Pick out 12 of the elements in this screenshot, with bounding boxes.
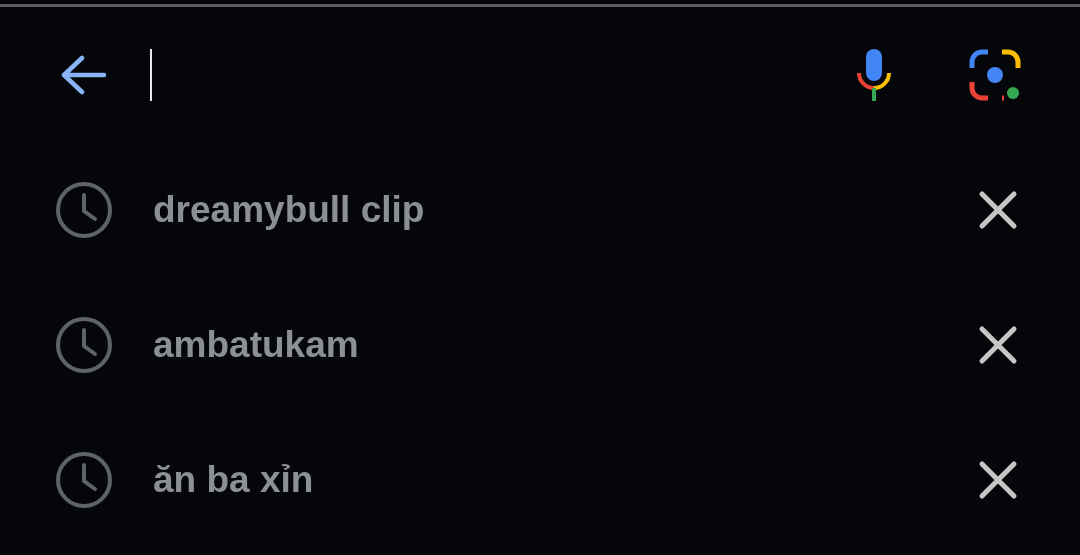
search-suggestion[interactable]: dreamybull clip (153, 188, 978, 231)
search-suggestion[interactable]: ăn ba xỉn (153, 458, 978, 501)
history-clock-icon (55, 450, 113, 509)
remove-icon[interactable] (978, 324, 1018, 365)
text-cursor (150, 48, 152, 101)
remove-icon[interactable] (978, 459, 1018, 500)
camera-lens-icon[interactable] (968, 47, 1022, 102)
history-clock-icon (55, 180, 113, 239)
search-suggestion[interactable]: ambatukam (153, 323, 978, 366)
remove-icon[interactable] (978, 189, 1018, 230)
microphone-icon[interactable] (856, 46, 892, 103)
history-clock-icon (55, 315, 113, 374)
